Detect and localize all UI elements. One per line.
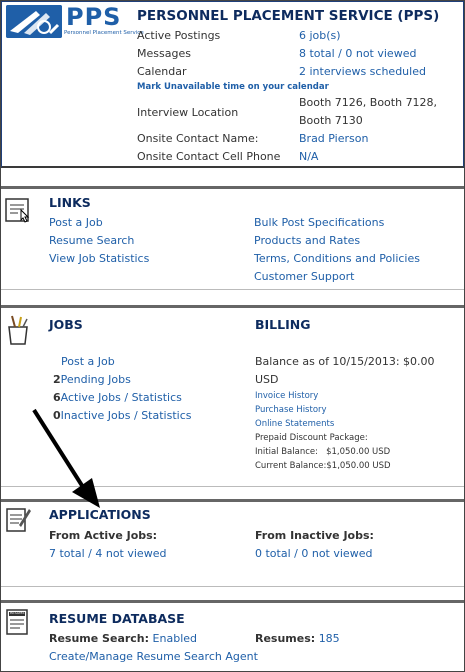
jobs-title: JOBS [49, 317, 83, 332]
active-jobs-statistics-link[interactable]: Statistics [132, 391, 182, 404]
active-jobs-count: 6 [53, 391, 61, 404]
jobs-post-a-job-link[interactable]: Post a Job [61, 355, 115, 368]
resume-search-label: Resume Search: [49, 632, 150, 645]
inactive-jobs-statistics-link[interactable]: Statistics [141, 409, 191, 422]
links-title: LINKS [49, 195, 91, 210]
onsite-contact-phone-value: N/A [299, 150, 319, 163]
logo-subtitle: Personnel Placement Service [64, 30, 144, 36]
active-applications-unviewed-link[interactable]: 4 not viewed [95, 547, 166, 560]
link-resume-search[interactable]: Resume Search [49, 234, 134, 247]
logo-text: PPS [66, 3, 122, 31]
pending-jobs-link[interactable]: Pending Jobs [61, 373, 131, 386]
section-divider [1, 499, 464, 502]
resumes-count-row: Resumes: 185 [255, 632, 340, 645]
inactive-jobs-count: 0 [53, 409, 61, 422]
calendar-link[interactable]: Calendar [137, 65, 186, 78]
active-jobs-separator: / [124, 391, 132, 404]
link-post-a-job[interactable]: Post a Job [49, 216, 103, 229]
resume-search-row: Resume Search: Enabled [49, 632, 197, 645]
from-active-jobs-label: From Active Jobs: [49, 529, 158, 542]
pending-jobs-count: 2 [53, 373, 61, 386]
link-terms-conditions-policies[interactable]: Terms, Conditions and Policies [254, 252, 420, 265]
purchase-history-link[interactable]: Purchase History [255, 405, 327, 415]
resume-database-section: RESUME RESUME DATABASE Resume Search: En… [1, 600, 464, 672]
onsite-contact-name-link[interactable]: Brad Pierson [299, 132, 368, 145]
resumes-count-link[interactable]: 185 [319, 632, 340, 645]
section-divider [1, 600, 464, 603]
prepaid-package-label: Prepaid Discount Package: [255, 433, 368, 443]
pending-jobs-row: 2Pending Jobs [53, 373, 131, 386]
links-pointer-icon [5, 196, 31, 224]
resume-database-title: RESUME DATABASE [49, 611, 185, 626]
account-header-panel: PPS Personnel Placement Service PERSONNE… [1, 1, 464, 168]
invoice-history-link[interactable]: Invoice History [255, 391, 318, 401]
onsite-contact-name-label: Onsite Contact Name: [137, 132, 259, 145]
messages-values: 8 total / 0 not viewed [299, 47, 416, 60]
active-applications-total-link[interactable]: 7 total [49, 547, 85, 560]
notepad-pencil-icon [5, 505, 31, 533]
applications-section: APPLICATIONS From Active Jobs: 7 total /… [1, 499, 464, 587]
billing-title: BILLING [255, 317, 311, 332]
section-divider [1, 305, 464, 308]
resume-icon-label: RESUME [10, 611, 25, 615]
messages-total-link[interactable]: 8 total [299, 47, 335, 60]
section-divider [1, 186, 464, 189]
mark-unavailable-link[interactable]: Mark Unavailable time on your calendar [137, 82, 329, 92]
balance-line-1: Balance as of 10/15/2013: $0.00 [255, 355, 435, 368]
link-bulk-post-specifications[interactable]: Bulk Post Specifications [254, 216, 384, 229]
from-inactive-jobs-label: From Inactive Jobs: [255, 529, 374, 542]
links-section: LINKS Post a Job Resume Search View Job … [1, 186, 464, 290]
inactive-applications-row: 0 total / 0 not viewed [255, 547, 372, 560]
messages-unviewed-link[interactable]: 0 not viewed [345, 47, 416, 60]
active-postings-label: Active Postings [137, 29, 221, 42]
pps-logo: PPS Personnel Placement Service [6, 3, 144, 39]
interviews-scheduled-link[interactable]: 2 interviews scheduled [299, 65, 426, 78]
link-products-and-rates[interactable]: Products and Rates [254, 234, 360, 247]
online-statements-link[interactable]: Online Statements [255, 419, 334, 429]
inactive-jobs-link[interactable]: Inactive Jobs [61, 409, 131, 422]
initial-balance: Initial Balance: $1,050.00 USD [255, 447, 391, 457]
link-customer-support[interactable]: Customer Support [254, 270, 354, 283]
pps-logo-mark [6, 5, 62, 38]
resumes-label: Resumes: [255, 632, 316, 645]
messages-label: Messages [137, 47, 191, 60]
interview-location-line2: Booth 7130 [299, 114, 363, 127]
page-title: PERSONNEL PLACEMENT SERVICE (PPS) [137, 8, 440, 24]
create-manage-agent-link[interactable]: Create/Manage Resume Search Agent [49, 650, 258, 663]
onsite-contact-phone-label: Onsite Contact Cell Phone [137, 150, 281, 163]
active-jobs-row: 6Active Jobs / Statistics [53, 391, 182, 404]
inactive-applications-unviewed-link[interactable]: 0 not viewed [301, 547, 372, 560]
current-balance: Current Balance:$1,050.00 USD [255, 461, 391, 471]
interview-location-line1: Booth 7126, Booth 7128, [299, 96, 438, 109]
resume-document-icon: RESUME [5, 608, 31, 636]
inactive-applications-total-link[interactable]: 0 total [255, 547, 291, 560]
jobs-billing-section: JOBS Post a Job 2Pending Jobs 6Active Jo… [1, 305, 464, 487]
active-applications-row: 7 total / 4 not viewed [49, 547, 166, 560]
inactive-jobs-row: 0Inactive Jobs / Statistics [53, 409, 192, 422]
pencil-cup-icon [5, 315, 31, 345]
active-postings-link[interactable]: 6 job(s) [299, 29, 341, 42]
interview-location-label: Interview Location [137, 106, 239, 119]
active-jobs-link[interactable]: Active Jobs [61, 391, 121, 404]
applications-title: APPLICATIONS [49, 507, 151, 522]
link-view-job-statistics[interactable]: View Job Statistics [49, 252, 149, 265]
resume-search-enabled-link[interactable]: Enabled [153, 632, 197, 645]
balance-line-2: USD [255, 373, 279, 386]
